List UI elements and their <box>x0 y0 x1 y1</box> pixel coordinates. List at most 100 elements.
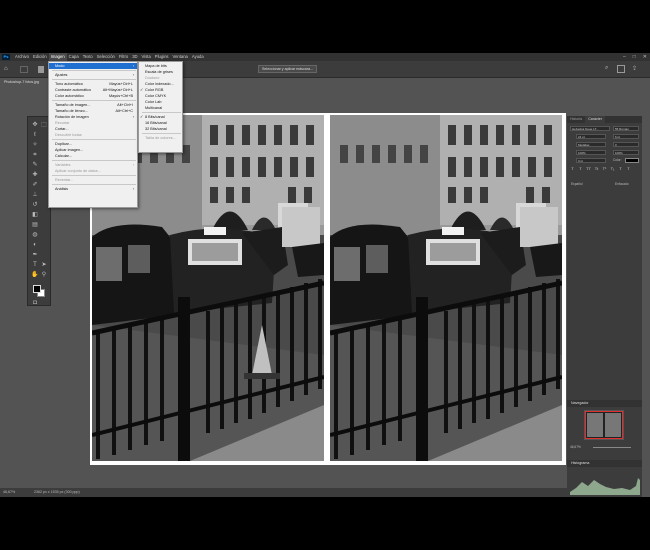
menu-item-color-automatico[interactable]: Color automático Mayús+Ctrl+B <box>49 93 137 99</box>
type-tool-icon[interactable]: T <box>31 261 39 269</box>
kerning-field[interactable]: Medidas <box>576 142 606 147</box>
histogram-header[interactable]: Histograma <box>567 460 642 467</box>
navigator-zoom-slider[interactable] <box>593 447 631 448</box>
mode-item-32-bits-canal[interactable]: 32 Bits/canal <box>139 126 182 132</box>
menu-item-label: Escala de grises <box>145 70 173 74</box>
eyedropper-icon[interactable]: ✎ <box>31 161 39 169</box>
horizontal-scale-field[interactable]: 100% <box>613 150 639 155</box>
minimize-button[interactable]: – <box>623 54 626 60</box>
submenu-arrow-icon: › <box>132 187 134 191</box>
street-scene-image <box>330 115 562 461</box>
status-doc-info[interactable]: 2362 px x 1535 px (300 ppp) <box>34 488 80 497</box>
navigator-thumbnail[interactable] <box>584 410 624 440</box>
menu-edicion[interactable]: Edición <box>31 53 49 61</box>
zoom-tool-icon[interactable]: ⚲ <box>40 271 48 279</box>
workspace-icon[interactable] <box>617 65 625 73</box>
menu-item-ajustes[interactable]: Ajustes › <box>49 72 137 78</box>
maximize-button[interactable]: □ <box>633 54 636 60</box>
menu-bar: Ps Archivo Edición Imagen Capa Texto Sel… <box>0 53 650 61</box>
tab-historia[interactable]: Historia <box>567 116 585 123</box>
subscript-button[interactable]: T₁ <box>610 166 615 172</box>
menu-archivo[interactable]: Archivo <box>13 53 31 61</box>
menu-item-label: 8 Bits/canal <box>145 115 165 119</box>
menu-item-reventar: Reventar... <box>49 177 137 183</box>
menu-item-label: Mapa de bits <box>145 64 167 68</box>
submenu-arrow-icon: › <box>132 64 134 68</box>
menu-separator <box>52 70 136 71</box>
menu-item-calcular[interactable]: Calcular... <box>49 153 137 159</box>
search-icon[interactable]: ⌕ <box>605 65 613 73</box>
menu-texto[interactable]: Texto <box>81 53 95 61</box>
magic-wand-icon[interactable]: ✧ <box>31 141 39 149</box>
strikethrough-button[interactable]: T <box>626 166 631 172</box>
menu-3d[interactable]: 3D <box>130 53 139 61</box>
menu-item-label: Color automático <box>55 94 84 98</box>
marquee-tool-icon[interactable]: ⬚ <box>40 121 48 129</box>
lasso-tool-icon[interactable]: ℓ <box>31 131 39 139</box>
menu-filtro[interactable]: Filtro <box>117 53 130 61</box>
baseline-shift-field[interactable]: 0 pt <box>576 158 606 163</box>
menu-ayuda[interactable]: Ayuda <box>190 53 206 61</box>
hand-tool-icon[interactable]: ✋ <box>31 271 39 279</box>
menu-capa[interactable]: Capa <box>67 53 81 61</box>
histogram-graph <box>570 478 640 495</box>
all-caps-button[interactable]: TT <box>586 166 591 172</box>
tracking-field[interactable]: 0 <box>613 142 639 147</box>
antialias-select[interactable]: Enfocado <box>615 182 628 186</box>
font-size-field[interactable]: 24 pt <box>576 134 606 139</box>
menu-plugins[interactable]: Plugins <box>153 53 171 61</box>
menu-item-label: Variables <box>55 163 71 167</box>
menu-separator <box>52 139 136 140</box>
home-icon[interactable]: ⌂ <box>4 66 11 73</box>
text-color-swatch[interactable] <box>625 158 639 163</box>
history-brush-icon[interactable]: ↺ <box>31 201 39 209</box>
move-tool-icon[interactable]: ✥ <box>31 121 39 129</box>
menu-seleccion[interactable]: Selección <box>95 53 117 61</box>
healing-brush-icon[interactable]: ✚ <box>31 171 39 179</box>
leading-field[interactable]: 6 pt <box>613 134 639 139</box>
mode-item-multicanal[interactable]: Multicanal <box>139 105 182 111</box>
menu-imagen[interactable]: Imagen <box>48 53 67 61</box>
faux-bold-button[interactable]: T <box>570 166 575 172</box>
character-panel-tabs: Historia Carácter <box>567 116 642 123</box>
navigator-header[interactable]: Navegador <box>567 400 642 407</box>
document-tab[interactable]: Photoshop-7 fotos.jpg <box>0 78 50 87</box>
foreground-color-swatch[interactable] <box>33 285 41 293</box>
superscript-button[interactable]: T¹ <box>602 166 607 172</box>
feather-option-icon[interactable] <box>38 66 44 73</box>
menu-item-label: Tabla de colores... <box>145 136 176 140</box>
eraser-icon[interactable]: ◧ <box>31 211 39 219</box>
quick-mask-icon[interactable]: ◘ <box>31 299 39 307</box>
path-selection-icon[interactable]: ➤ <box>40 261 48 269</box>
select-and-mask-button[interactable]: Seleccionar y aplicar máscara... <box>258 65 317 73</box>
brush-tool-icon[interactable]: ✐ <box>31 181 39 189</box>
underline-button[interactable]: T <box>618 166 623 172</box>
clone-stamp-icon[interactable]: ⊥ <box>31 191 39 199</box>
share-icon[interactable]: ⇪ <box>632 65 640 73</box>
menu-item-label: Contraste automático <box>55 88 92 92</box>
menu-ventana[interactable]: Ventana <box>171 53 190 61</box>
menu-item-descubrir-todas: Descubrir todas <box>49 132 137 138</box>
dodge-tool-icon[interactable]: ◐ <box>31 241 39 249</box>
marquee-option-icon[interactable] <box>20 66 28 73</box>
font-family-select[interactable]: Helvetica Neue LT... <box>570 126 610 131</box>
crop-tool-icon[interactable]: ⌗ <box>31 151 39 159</box>
small-caps-button[interactable]: Tt <box>594 166 599 172</box>
menu-vista[interactable]: Vista <box>140 53 153 61</box>
menu-item-label: Modo <box>55 64 65 68</box>
status-zoom[interactable]: 46,67% <box>3 488 15 497</box>
blur-tool-icon[interactable]: ◍ <box>31 231 39 239</box>
menu-item-modo[interactable]: Modo › <box>49 63 137 69</box>
menu-item-label: 16 Bits/canal <box>145 121 167 125</box>
document-canvas[interactable] <box>90 113 566 465</box>
tab-caracter[interactable]: Carácter <box>585 116 605 123</box>
faux-italic-button[interactable]: T <box>578 166 583 172</box>
language-select[interactable]: Español <box>571 182 583 186</box>
vertical-scale-field[interactable]: 100% <box>576 150 606 155</box>
pen-tool-icon[interactable]: ✒ <box>31 251 39 259</box>
gradient-tool-icon[interactable]: ▤ <box>31 221 39 229</box>
navigator-zoom[interactable]: 46,67% <box>570 445 581 449</box>
font-style-select[interactable]: 55 Roman <box>613 126 639 131</box>
close-button[interactable]: ✕ <box>643 54 647 60</box>
menu-item-analisis[interactable]: Análisis › <box>49 186 137 192</box>
